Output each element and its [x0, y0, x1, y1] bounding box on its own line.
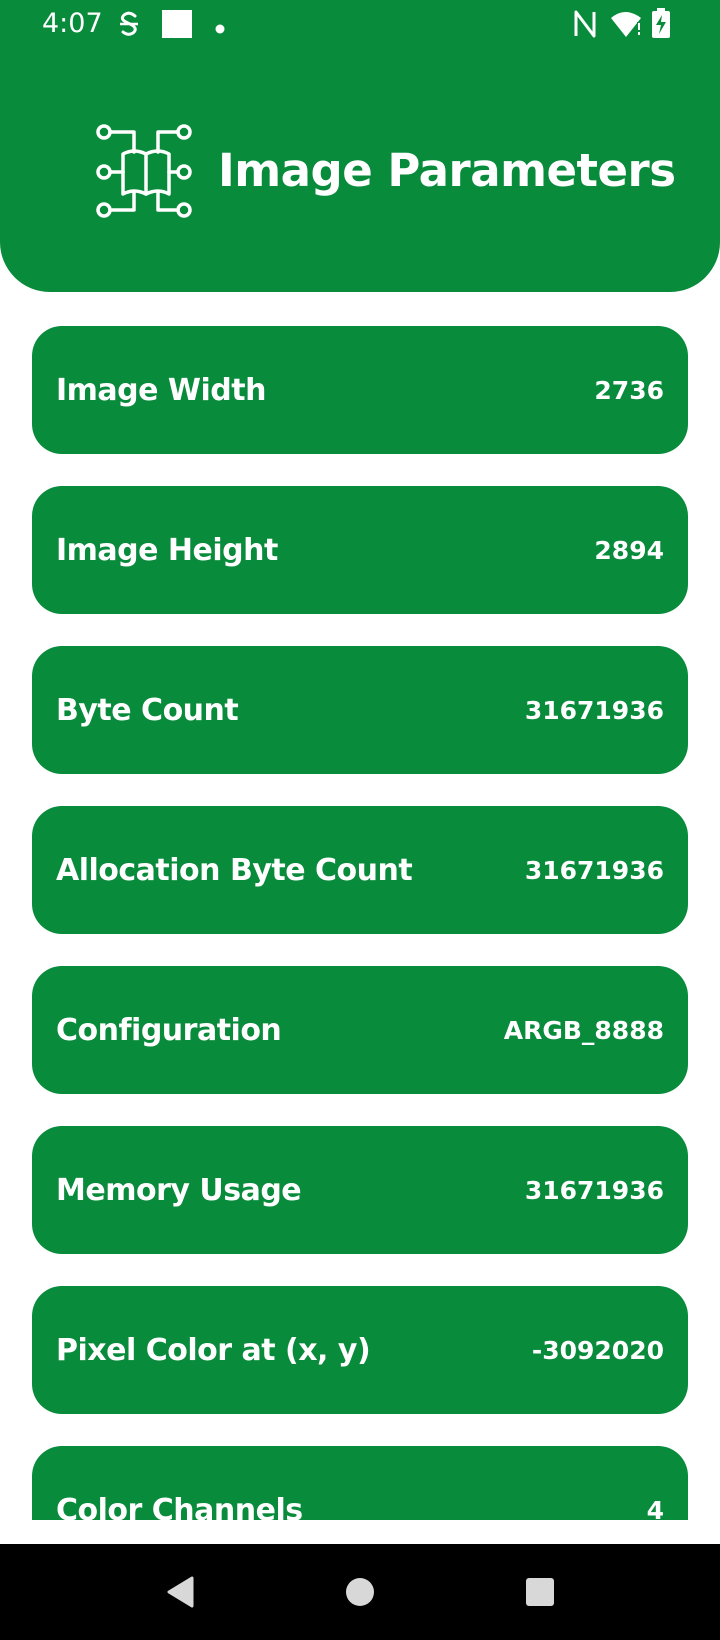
param-card-memory-usage[interactable]: Memory Usage 31671936: [32, 1126, 688, 1254]
square-notification-icon: [162, 10, 192, 40]
recents-icon[interactable]: [512, 1564, 568, 1620]
param-value: 4: [646, 1495, 664, 1521]
wifi-alert-icon: [610, 10, 644, 40]
notification-s-icon: [118, 9, 140, 39]
param-value: 31671936: [524, 855, 664, 885]
book-circuit-icon: [96, 122, 196, 222]
param-value: 2894: [594, 535, 664, 565]
parameter-list: Image Width 2736 Image Height 2894 Byte …: [32, 326, 688, 1520]
param-label: Image Height: [56, 532, 278, 568]
system-nav-bar: [0, 1544, 720, 1640]
param-card-image-width[interactable]: Image Width 2736: [32, 326, 688, 454]
param-card-byte-count[interactable]: Byte Count 31671936: [32, 646, 688, 774]
param-label: Pixel Color at (x, y): [56, 1332, 371, 1368]
param-label: Memory Usage: [56, 1172, 302, 1208]
home-icon[interactable]: [332, 1564, 388, 1620]
page-title: Image Parameters: [218, 144, 676, 197]
param-label: Image Width: [56, 372, 266, 408]
param-card-color-channels[interactable]: Color Channels 4: [32, 1446, 688, 1520]
param-value: 31671936: [524, 695, 664, 725]
app-header: 4:07 Image Parameters: [0, 0, 720, 292]
parameter-list-viewport[interactable]: Image Width 2736 Image Height 2894 Byte …: [0, 292, 720, 1520]
param-card-pixel-color[interactable]: Pixel Color at (x, y) -3092020: [32, 1286, 688, 1414]
nfc-icon: [573, 10, 597, 40]
param-card-configuration[interactable]: Configuration ARGB_8888: [32, 966, 688, 1094]
param-value: ARGB_8888: [503, 1015, 664, 1045]
param-card-allocation-byte-count[interactable]: Allocation Byte Count 31671936: [32, 806, 688, 934]
param-value: -3092020: [531, 1335, 664, 1365]
param-card-image-height[interactable]: Image Height 2894: [32, 486, 688, 614]
param-label: Color Channels: [56, 1492, 303, 1521]
param-label: Configuration: [56, 1012, 282, 1048]
status-bar: 4:07: [0, 0, 720, 50]
param-label: Byte Count: [56, 692, 239, 728]
param-value: 2736: [594, 375, 664, 405]
status-time: 4:07: [42, 8, 103, 39]
param-value: 31671936: [524, 1175, 664, 1205]
back-icon[interactable]: [152, 1564, 208, 1620]
battery-charging-icon: [652, 8, 670, 38]
dot-icon: [215, 19, 225, 49]
param-label: Allocation Byte Count: [56, 852, 413, 888]
